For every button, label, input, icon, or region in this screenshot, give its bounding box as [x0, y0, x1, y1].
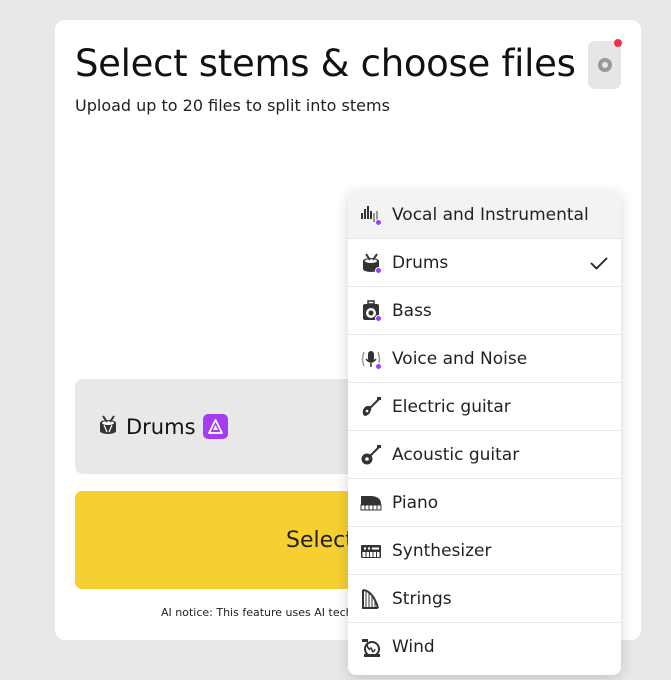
- dropdown-item-strings[interactable]: Strings: [348, 575, 621, 623]
- premium-dot: [375, 218, 382, 226]
- page-title: Select stems & choose files: [75, 42, 576, 85]
- dropdown-item-label: Wind: [392, 637, 435, 657]
- gear-icon: [597, 58, 612, 72]
- synthesizer-icon: [360, 540, 382, 562]
- acoustic-guitar-icon: [360, 444, 382, 466]
- dropdown-item-electric-guitar[interactable]: Electric guitar: [348, 383, 621, 431]
- dropdown-item-drums[interactable]: Drums: [348, 239, 621, 287]
- selected-stem-label: Drums: [126, 414, 196, 439]
- dropdown-item-label: Acoustic guitar: [392, 444, 520, 465]
- dropdown-item-label: Vocal and Instrumental: [392, 204, 589, 225]
- checkmark-icon: [590, 257, 608, 270]
- dropdown-item-bass[interactable]: Bass: [348, 287, 621, 335]
- premium-dot: [375, 266, 382, 274]
- bass-amp-icon: [360, 299, 382, 322]
- notification-dot: [614, 39, 622, 47]
- drum-icon: [360, 252, 382, 274]
- dropdown-item-label: Strings: [392, 588, 452, 609]
- dropdown-item-vocal-and-instrumental[interactable]: Vocal and Instrumental: [348, 191, 621, 239]
- dropdown-item-acoustic-guitar[interactable]: Acoustic guitar: [348, 431, 621, 479]
- ai-notice: AI notice: This feature uses AI tech: [161, 606, 353, 619]
- premium-dot: [375, 362, 382, 370]
- dropdown-item-label: Drums: [392, 252, 449, 273]
- dropdown-item-label: Bass: [392, 300, 432, 321]
- dropdown-item-wind[interactable]: Wind: [348, 623, 621, 671]
- dropdown-item-label: Electric guitar: [392, 396, 511, 417]
- dropdown-item-label: Voice and Noise: [392, 348, 528, 369]
- microphone-icon: [360, 348, 382, 370]
- dropdown-item-piano[interactable]: Piano: [348, 479, 621, 527]
- drum-icon: [97, 414, 119, 440]
- harp-icon: [360, 588, 382, 610]
- select-files-label: Select: [286, 527, 354, 553]
- dropdown-item-label: Synthesizer: [392, 540, 492, 561]
- ai-badge-icon: [202, 414, 228, 439]
- settings-button[interactable]: [588, 41, 621, 89]
- horn-icon: [360, 636, 382, 658]
- premium-dot: [375, 314, 382, 322]
- stem-dropdown-menu: Vocal and Instrumental Drums Bass Voice …: [348, 191, 621, 675]
- piano-icon: [360, 492, 382, 514]
- electric-guitar-icon: [360, 396, 382, 418]
- dropdown-item-synthesizer[interactable]: Synthesizer: [348, 527, 621, 575]
- dropdown-item-label: Piano: [392, 492, 439, 513]
- page-subtitle: Upload up to 20 files to split into stem…: [75, 96, 390, 115]
- dropdown-item-voice-and-noise[interactable]: Voice and Noise: [348, 335, 621, 383]
- soundwave-icon: [360, 204, 382, 226]
